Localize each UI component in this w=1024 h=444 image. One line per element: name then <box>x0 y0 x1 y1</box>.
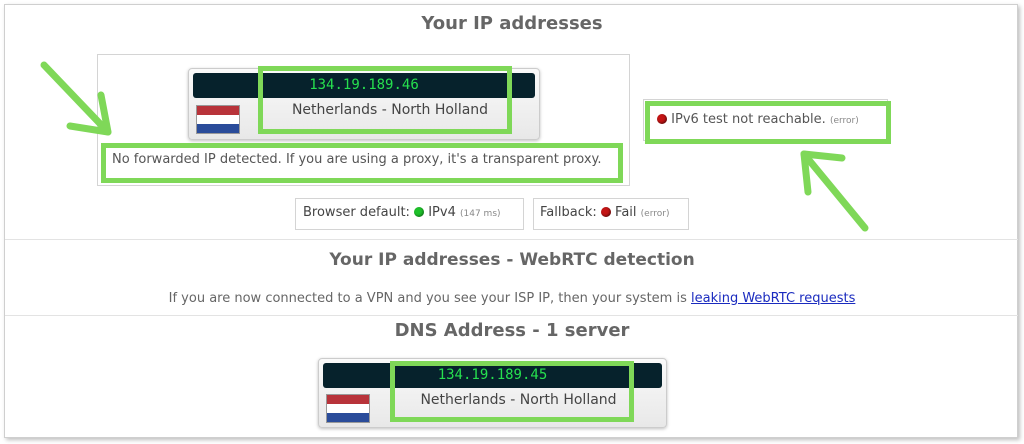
arrow-right-shaft <box>800 150 869 232</box>
annotation-arrows <box>40 61 869 232</box>
